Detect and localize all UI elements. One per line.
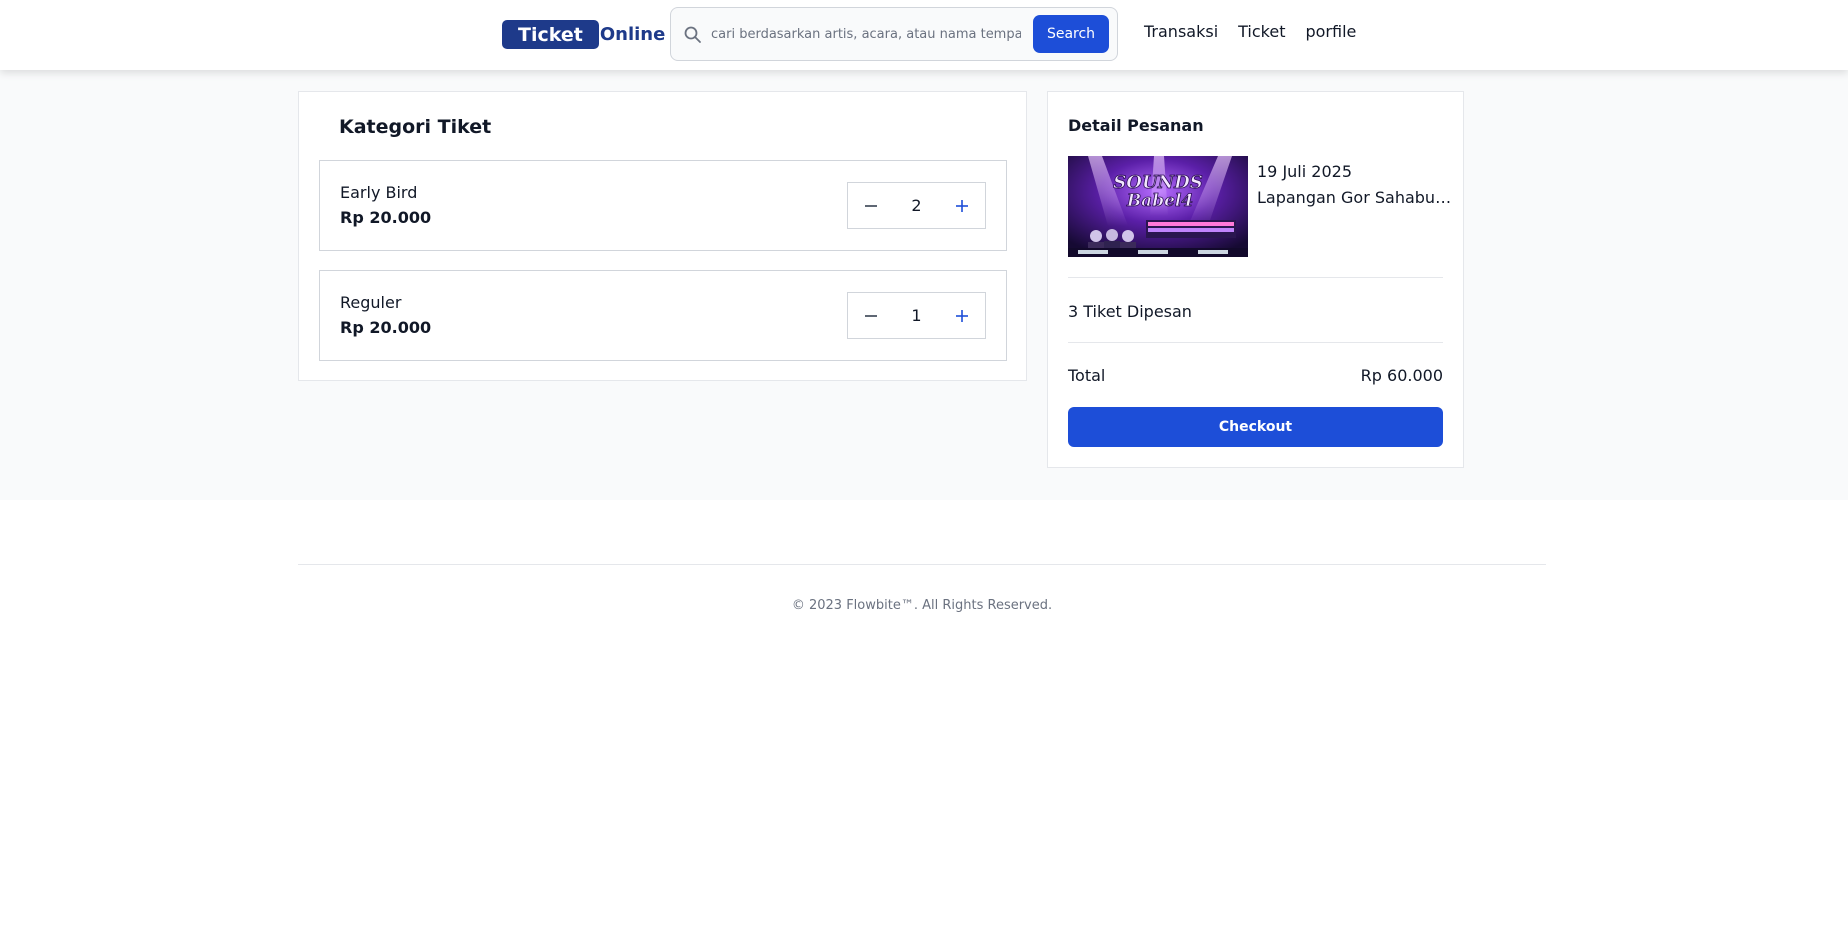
nav-link-ticket[interactable]: Ticket xyxy=(1238,22,1285,41)
ticket-name: Early Bird xyxy=(340,183,418,202)
brand-logo[interactable]: Ticket Online xyxy=(502,20,665,49)
nav-link-transaksi[interactable]: Transaksi xyxy=(1144,22,1218,41)
total-value: Rp 60.000 xyxy=(1360,366,1443,385)
divider xyxy=(1068,342,1443,343)
increase-button[interactable] xyxy=(939,293,985,338)
ticket-price: Rp 20.000 xyxy=(340,318,432,337)
svg-text:Babel4: Babel4 xyxy=(1126,191,1193,211)
search-input[interactable] xyxy=(711,18,1021,50)
minus-icon xyxy=(865,204,877,207)
search-bar: Search xyxy=(670,7,1118,61)
decrease-button[interactable] xyxy=(848,183,894,228)
logo-online-text: Online xyxy=(599,24,666,45)
ticket-option-early-bird: Early Bird Rp 20.000 2 xyxy=(319,160,1007,251)
ticket-category-card: Kategori Tiket Early Bird Rp 20.000 2 Re… xyxy=(298,91,1027,381)
event-venue: Lapangan Gor Sahabudin Lapangan xyxy=(1257,188,1457,207)
ticket-option-reguler: Reguler Rp 20.000 1 xyxy=(319,270,1007,361)
event-poster-image: SOUNDS Babel4 xyxy=(1068,156,1248,257)
top-navbar: Ticket Online Search Transaksi Ticket po… xyxy=(0,0,1848,70)
decrease-button[interactable] xyxy=(848,293,894,338)
nav-link-profile[interactable]: porfile xyxy=(1305,22,1356,41)
event-date: 19 Juli 2025 xyxy=(1257,162,1352,181)
footer-copyright: © 2023 Flowbite™. All Rights Reserved. xyxy=(791,598,1053,613)
ticket-category-title: Kategori Tiket xyxy=(339,116,492,138)
ticket-name: Reguler xyxy=(340,293,402,312)
footer-divider xyxy=(298,564,1546,565)
minus-icon xyxy=(865,314,877,317)
main-nav: Transaksi Ticket porfile xyxy=(1144,22,1376,41)
ticket-count: 3 Tiket Dipesan xyxy=(1068,302,1192,321)
quantity-value: 1 xyxy=(911,306,922,325)
quantity-stepper: 1 xyxy=(847,292,986,339)
logo-ticket-text: Ticket xyxy=(502,20,599,49)
quantity-value: 2 xyxy=(911,196,922,215)
svg-text:SOUNDS: SOUNDS xyxy=(1113,172,1202,193)
order-detail-card: Detail Pesanan SOUNDS Babel4 19 Juli 202… xyxy=(1047,91,1464,468)
plus-icon xyxy=(956,309,968,322)
ticket-price: Rp 20.000 xyxy=(340,208,432,227)
total-label: Total xyxy=(1068,366,1106,385)
checkout-button[interactable]: Checkout xyxy=(1068,407,1443,447)
divider xyxy=(1068,277,1443,278)
plus-icon xyxy=(956,199,968,212)
search-icon xyxy=(684,26,701,43)
order-detail-title: Detail Pesanan xyxy=(1068,116,1204,135)
quantity-stepper: 2 xyxy=(847,182,986,229)
search-button[interactable]: Search xyxy=(1033,15,1109,53)
increase-button[interactable] xyxy=(939,183,985,228)
